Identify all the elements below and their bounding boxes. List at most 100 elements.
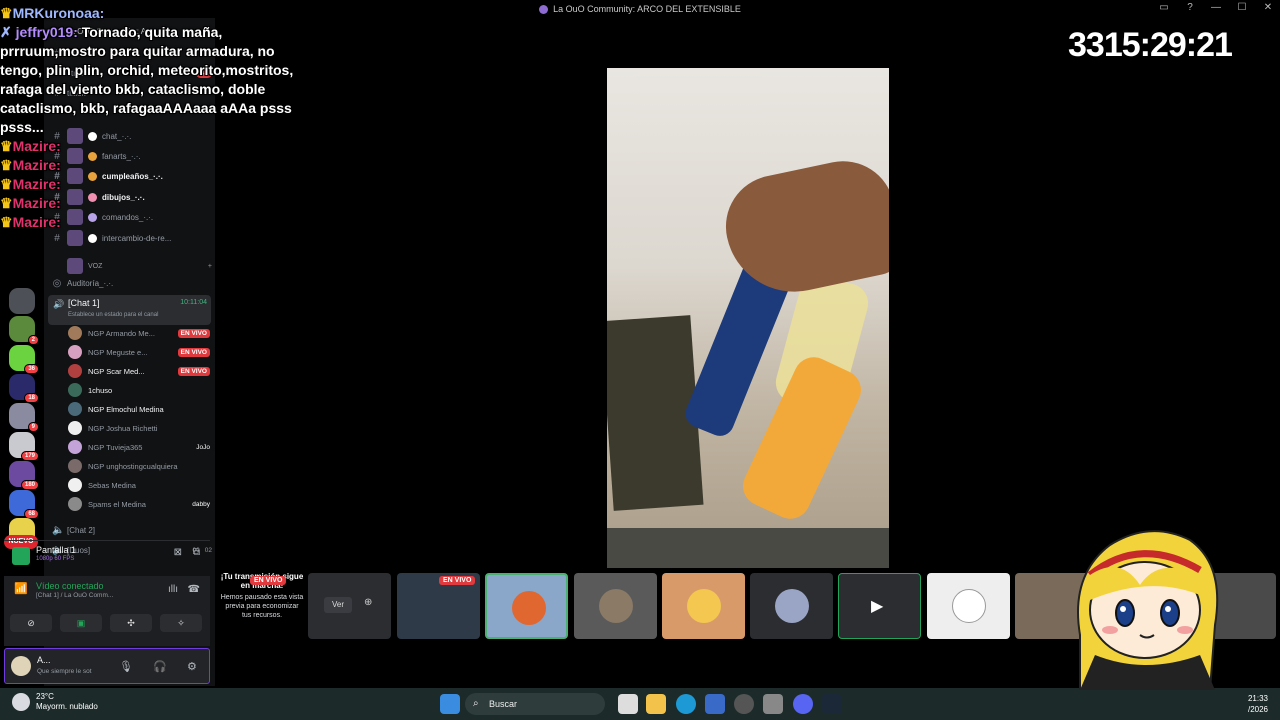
avatar: [512, 591, 546, 625]
view-button[interactable]: Ver: [324, 597, 352, 613]
server-item[interactable]: 68: [9, 490, 39, 519]
inbox-icon[interactable]: ▭: [1158, 2, 1170, 13]
screen-share-icon: [12, 547, 30, 565]
voice-category[interactable]: VOZ +: [52, 258, 212, 274]
windows-start-icon[interactable]: [440, 694, 460, 714]
chat-message: ✗ jeffry019: Tornado, quita maña, prrruu…: [0, 23, 300, 137]
chat-username: Mazire:: [12, 195, 61, 211]
server-item[interactable]: 9: [9, 403, 39, 432]
avatar: [952, 589, 986, 623]
participant-tile[interactable]: [662, 573, 745, 639]
server-item[interactable]: 179: [9, 432, 39, 461]
camera-off-button[interactable]: ⊘: [10, 614, 52, 632]
live-badge: EN VIVO: [177, 366, 210, 376]
minimize-button[interactable]: —: [1210, 2, 1222, 13]
avatar: [68, 478, 82, 492]
search-icon: ⌕: [473, 698, 479, 709]
channel-avatar: [67, 230, 83, 246]
file-explorer-icon[interactable]: [646, 694, 666, 714]
voice-channel-chat2[interactable]: 🔈 [Chat 2]: [52, 522, 212, 538]
server-item[interactable]: 180: [9, 461, 39, 490]
chat-message: ♛Mazire:: [0, 195, 61, 211]
channel-auditoria[interactable]: ◎ Auditoría_·.·.: [52, 275, 212, 291]
activities-button[interactable]: ✣: [110, 614, 152, 632]
screen-share-button[interactable]: ▣: [60, 614, 102, 632]
voice-member[interactable]: NGP Tuvieja365 JoJo: [68, 439, 210, 455]
close-button[interactable]: ✕: [1262, 2, 1274, 13]
maximize-button[interactable]: ☐: [1236, 2, 1248, 13]
avatar[interactable]: [11, 656, 31, 676]
activity-tag: dabby: [192, 500, 210, 508]
participant-tile[interactable]: [485, 573, 568, 639]
headphones-icon[interactable]: 🎧: [153, 660, 167, 673]
voice-member[interactable]: NGP unghostingcualquiera: [68, 458, 210, 474]
voice-member[interactable]: Sebas Medina: [68, 477, 210, 493]
system-clock[interactable]: 21:33 /2026: [1248, 693, 1268, 715]
help-icon[interactable]: ?: [1184, 2, 1196, 13]
participant-tile[interactable]: Ver ⊕: [308, 573, 391, 639]
voice-member[interactable]: 1chuso: [68, 382, 210, 398]
participant-tile[interactable]: EN VIVO: [397, 573, 480, 639]
search-box[interactable]: ⌕ Buscar: [465, 693, 605, 715]
popout-icon[interactable]: ⧉: [193, 547, 200, 558]
noise-suppression-icon[interactable]: ıllı: [168, 584, 178, 595]
participant-tile[interactable]: ▶: [838, 573, 921, 639]
avatar: [68, 402, 82, 416]
voice-member[interactable]: NGP Armando Me... EN VIVO: [68, 325, 210, 341]
participant-tile[interactable]: [750, 573, 833, 639]
app-icon[interactable]: [734, 694, 754, 714]
mention-badge: 18: [24, 393, 39, 403]
edge-icon[interactable]: [676, 694, 696, 714]
crown-icon: ♛: [0, 5, 13, 21]
app-icon[interactable]: [705, 694, 725, 714]
live-badge: EN VIVO: [177, 347, 210, 357]
anime-character-sticker: [1077, 530, 1219, 690]
channel-intercambio[interactable]: # intercambio-de-re...: [52, 230, 212, 246]
weather-widget[interactable]: 23°C Mayorm. nublado: [12, 692, 98, 712]
zoom-icon[interactable]: ⊕: [364, 597, 372, 608]
server-item[interactable]: 18: [9, 374, 39, 403]
soundboard-button[interactable]: ✧: [160, 614, 202, 632]
signal-icon[interactable]: 📶: [14, 582, 28, 595]
voice-member[interactable]: NGP Joshua Richetti: [68, 420, 210, 436]
speaker-icon: 🔊: [53, 299, 65, 309]
stream-chat-overlay: ♛MRKuronoaa: ✗ jeffry019: Tornado, quita…: [0, 4, 300, 232]
window-title: La OuO Community: ARCO DEL EXTENSIBLE: [539, 4, 741, 14]
chat-header: ♛MRKuronoaa:: [0, 4, 300, 23]
video-floor: [607, 528, 889, 568]
chat-username: Mazire:: [12, 157, 61, 173]
mention-badge: 179: [20, 451, 39, 461]
microphone-icon[interactable]: 🎙: [119, 660, 133, 673]
voice-member[interactable]: Spams el Medina dabby: [68, 496, 210, 512]
task-view-icon[interactable]: [618, 694, 638, 714]
participant-tile[interactable]: [574, 573, 657, 639]
chat-username: Mazire:: [12, 138, 61, 154]
chat-message: ♛Mazire:: [0, 214, 61, 230]
live-badge: EN VIVO: [177, 328, 210, 338]
category-avatar: [67, 258, 83, 274]
settings-icon[interactable]: [763, 694, 783, 714]
user-panel: A... Que siempre le sot 🎙 🎧 ⚙: [4, 648, 210, 684]
discord-icon[interactable]: [793, 694, 813, 714]
voice-member[interactable]: NGP Scar Med... EN VIVO: [68, 363, 210, 379]
discover-icon[interactable]: [9, 288, 35, 314]
add-channel-icon[interactable]: +: [208, 263, 212, 270]
voice-channel-chat1[interactable]: 🔊 [Chat 1] 10:11:04 Establece un estado …: [48, 295, 211, 325]
avatar: [687, 589, 721, 623]
participant-tile[interactable]: [927, 573, 1010, 639]
steam-icon[interactable]: [822, 694, 842, 714]
stream-video[interactable]: [607, 68, 889, 568]
disconnect-icon[interactable]: ☎: [188, 584, 200, 595]
avatar: [68, 383, 82, 397]
avatar: [68, 497, 82, 511]
gear-icon[interactable]: ⚙: [187, 660, 197, 673]
server-item[interactable]: 36: [9, 345, 39, 374]
avatar: [68, 326, 82, 340]
server-item[interactable]: 2: [9, 316, 39, 345]
live-badge: EN VIVO: [250, 576, 287, 585]
stop-stream-icon[interactable]: ⊠: [174, 547, 182, 558]
avatar: [775, 589, 809, 623]
avatar: [68, 459, 82, 473]
voice-member[interactable]: NGP Meguste e... EN VIVO: [68, 344, 210, 360]
voice-member[interactable]: NGP Elmochul Medina: [68, 401, 210, 417]
